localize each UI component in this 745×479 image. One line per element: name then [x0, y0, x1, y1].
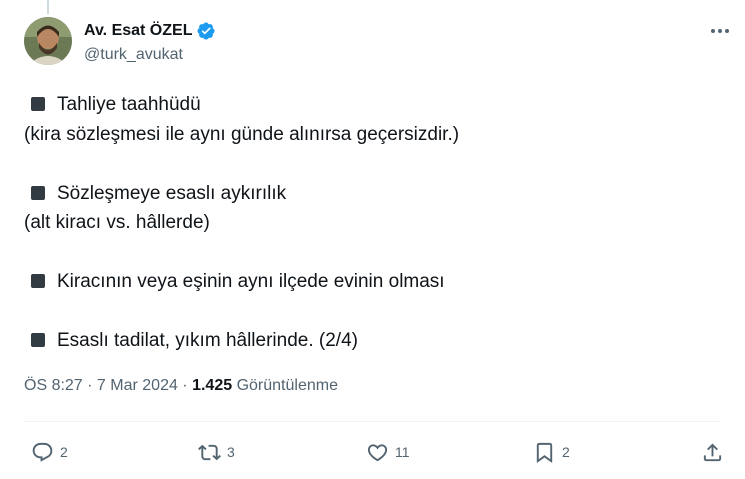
verified-badge-icon[interactable]: [196, 21, 216, 41]
meta-separator: ·: [177, 377, 193, 394]
reply-button[interactable]: 2: [31, 434, 68, 470]
tweet-item-title: Tahliye taahhüdü: [24, 90, 714, 120]
reply-icon: [32, 442, 53, 462]
item-title-text: Kiracının veya eşinin aynı ilçede evinin…: [57, 271, 445, 292]
tweet-meta: ÖS 8:27 · 7 Mar 2024 · 1.425 Görüntülenm…: [24, 377, 338, 395]
repost-icon: [198, 444, 221, 460]
post-date[interactable]: 7 Mar 2024: [97, 377, 178, 394]
display-name[interactable]: Av. Esat ÖZEL: [84, 22, 192, 40]
like-count: 11: [395, 444, 410, 460]
item-title-text: Esaslı tadilat, yıkım hâllerinde. (2/4): [57, 330, 358, 351]
tweet-item-note: (kira sözleşmesi ile aynı günde alınırsa…: [24, 123, 460, 145]
item-title-text: Tahliye taahhüdü: [57, 94, 201, 115]
repost-button[interactable]: 3: [198, 434, 235, 470]
tweet-item-title: Sözleşmeye esaslı aykırılık: [24, 179, 714, 209]
bookmark-icon: [536, 442, 553, 463]
meta-separator: ·: [82, 377, 97, 394]
tweet-text: Tahliye taahhüdü (kira sözleşmesi ile ay…: [24, 90, 714, 356]
thread-connector-line: [47, 0, 49, 14]
like-button[interactable]: 11: [366, 434, 410, 470]
bookmark-button[interactable]: 2: [533, 434, 570, 470]
black-square-icon: [31, 274, 45, 288]
share-button[interactable]: [701, 434, 724, 470]
divider: [24, 421, 721, 422]
tweet-item-title: Kiracının veya eşinin aynı ilçede evinin…: [24, 267, 714, 297]
black-square-icon: [31, 97, 45, 111]
share-icon: [703, 442, 722, 461]
more-horizontal-icon[interactable]: [706, 20, 734, 42]
tweet-item-title: Esaslı tadilat, yıkım hâllerinde. (2/4): [24, 326, 714, 356]
views-label: Görüntülenme: [236, 377, 338, 394]
profile-photo: [24, 17, 72, 65]
avatar[interactable]: [24, 17, 72, 65]
repost-count: 3: [227, 444, 235, 460]
heart-icon: [367, 443, 388, 461]
action-bar: 2 3 11 2: [0, 434, 745, 470]
bookmark-count: 2: [562, 444, 570, 460]
black-square-icon: [31, 185, 45, 200]
author-handle[interactable]: @turk_avukat: [84, 46, 183, 64]
views-count: 1.425: [192, 377, 233, 394]
item-title-text: Sözleşmeye esaslı aykırılık: [57, 182, 287, 204]
reply-count: 2: [60, 444, 68, 460]
black-square-icon: [31, 333, 45, 347]
tweet-item-note: (alt kiracı vs. hâllerde): [24, 212, 210, 233]
post-time[interactable]: ÖS 8:27: [24, 377, 83, 394]
